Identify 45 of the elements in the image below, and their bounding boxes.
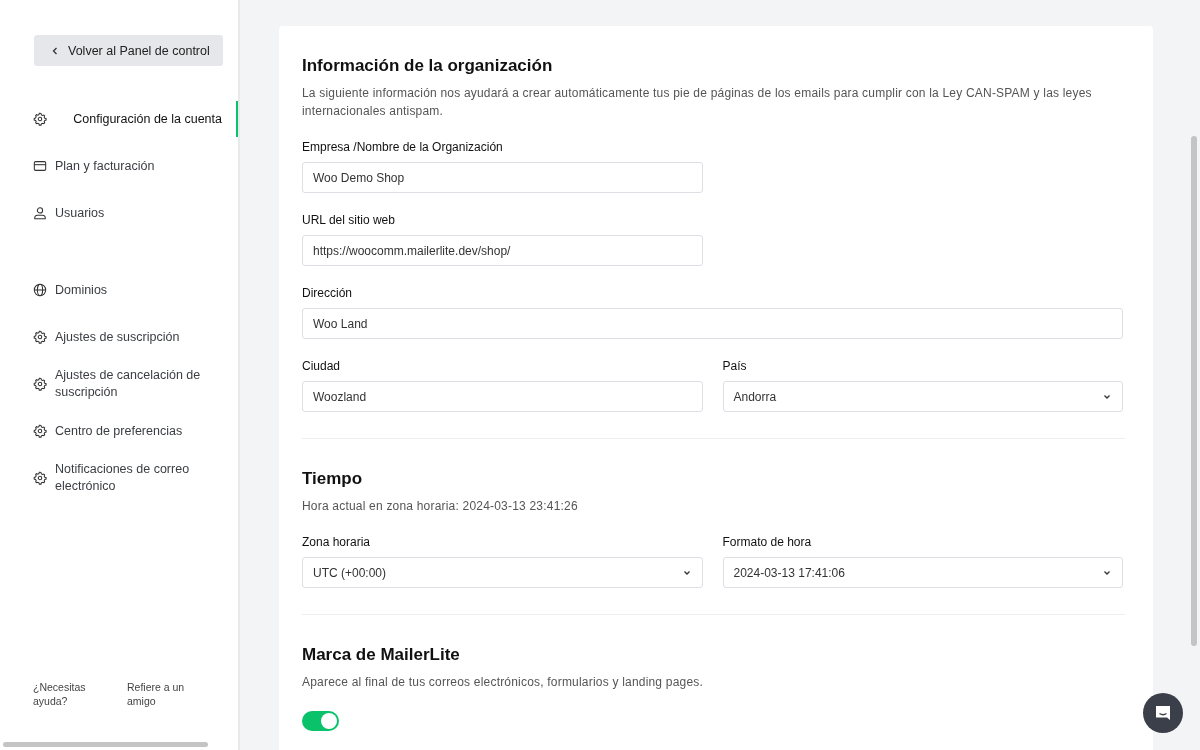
section-description: Hora actual en zona horaria: 2024-03-13 23:41:26 — [302, 498, 579, 515]
section-title: Tiempo — [302, 469, 364, 489]
section-description: La siguiente información nos ayudará a crear automáticamente tus pie de páginas de los emails para cumplir con la Ley CAN-SPAM y las leyes internacionales antispam. — [302, 85, 1093, 120]
sidebar-item[interactable]: Ajustes de cancelación de suscripción — [0, 366, 238, 402]
sidebar-item[interactable]: Usuarios — [0, 195, 238, 231]
dropdown[interactable]: UTC (+00:00) — [302, 557, 703, 588]
sidebar-item[interactable]: Centro de preferencias — [0, 413, 238, 449]
user-icon — [33, 206, 47, 220]
field-label: País — [722, 359, 748, 373]
footer-link[interactable]: Refiere a un amigo — [127, 680, 197, 708]
field-label: Dirección — [302, 286, 353, 300]
sidebar-item[interactable]: Dominios — [0, 272, 238, 308]
gear-icon — [33, 112, 47, 126]
chat-icon — [1153, 703, 1173, 723]
credit-card-icon — [33, 159, 47, 173]
gear-icon — [33, 330, 47, 344]
field-label: Ciudad — [302, 359, 342, 373]
field-label: Zona horaria — [302, 535, 372, 549]
sidebar-item[interactable]: Ajustes de suscripción — [0, 319, 238, 355]
gear-icon — [33, 424, 47, 438]
field-label: URL del sitio web — [302, 213, 396, 227]
section-title: Información de la organización — [302, 56, 554, 76]
field-label: Formato de hora — [722, 535, 813, 549]
text-field[interactable]: Woo Land — [302, 308, 1123, 339]
field-label: Empresa /Nombre de la Organización — [302, 140, 504, 154]
gear-icon — [33, 471, 47, 485]
section-description: Aparece al final de tus correos electrónicos, formularios y landing pages. — [302, 674, 704, 691]
back-button[interactable]: Volver al Panel de control — [34, 35, 223, 66]
text-field[interactable]: Woo Demo Shop — [302, 162, 703, 193]
dropdown[interactable]: 2024-03-13 17:41:06 — [722, 557, 1123, 588]
chat-button[interactable] — [1143, 693, 1183, 733]
section-title: Marca de MailerLite — [302, 645, 461, 665]
scrollbar[interactable] — [1191, 136, 1197, 646]
gear-icon — [33, 377, 47, 391]
dropdown[interactable]: Andorra — [722, 381, 1123, 412]
sidebar-item[interactable]: Plan y facturación — [0, 148, 238, 184]
toggle-switch[interactable] — [302, 711, 339, 731]
text-field[interactable]: https://woocomm.mailerlite.dev/shop/ — [302, 235, 703, 266]
chevron-left-icon — [50, 45, 60, 56]
sidebar-item[interactable]: Notificaciones de correo electrónico — [0, 460, 238, 496]
sidebar-item[interactable]: Configuración de la cuenta — [0, 101, 238, 137]
globe-icon — [33, 283, 47, 297]
footer-link[interactable]: ¿Necesitas ayuda? — [33, 680, 103, 708]
scrollbar[interactable] — [3, 742, 208, 747]
text-field[interactable]: Woozland — [302, 381, 703, 412]
